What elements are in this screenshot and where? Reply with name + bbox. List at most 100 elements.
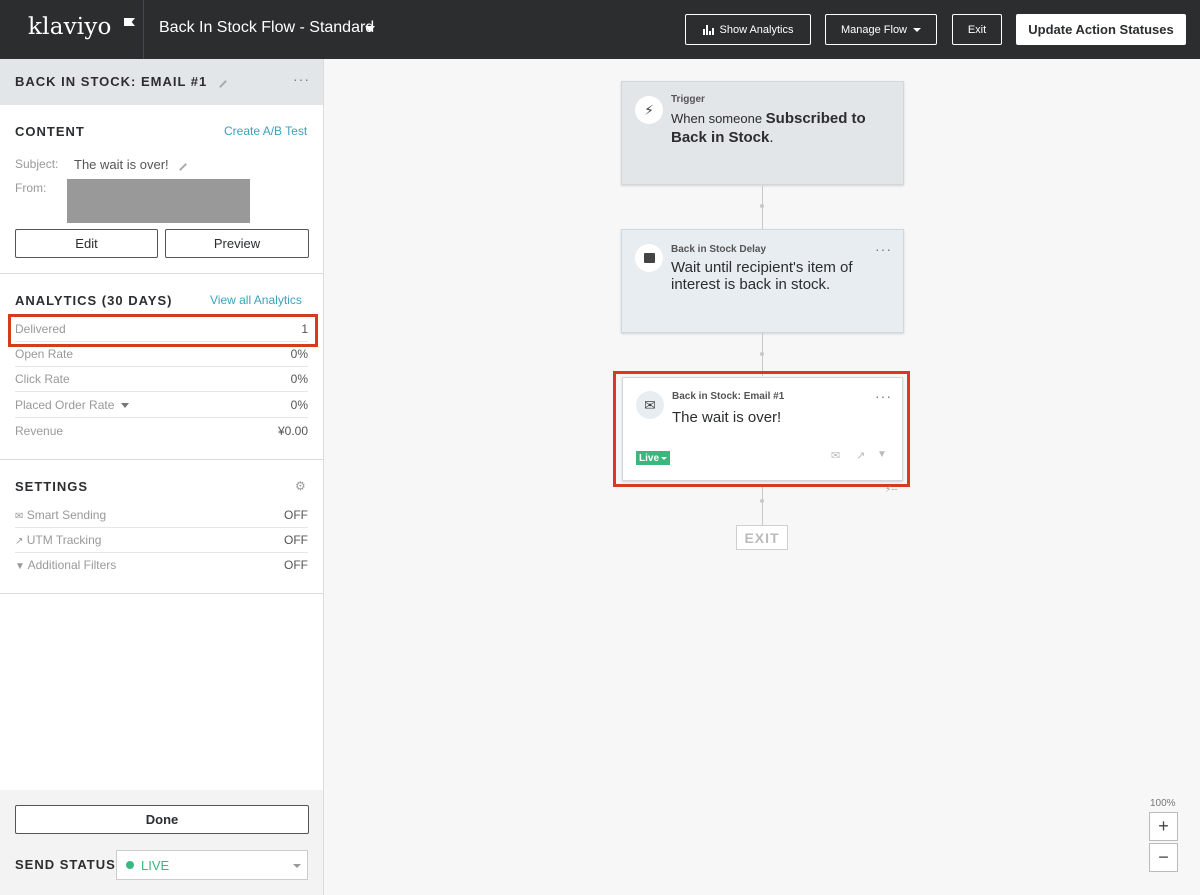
row-label: ▼ Additional Filters [15, 558, 116, 572]
flow-title-dropdown[interactable]: Back In Stock Flow - Standard [159, 19, 374, 37]
edit-button[interactable]: Edit [15, 229, 158, 258]
logo-text: klaviyo [28, 14, 112, 40]
smart-sending-icon: ✉ [15, 511, 24, 522]
add-step-point[interactable] [760, 352, 764, 356]
flow-canvas[interactable]: ⚡ Trigger When someone Subscribed to Bac… [325, 59, 1200, 895]
sidebar-title[interactable]: BACK IN STOCK: EMAIL #1 [15, 74, 227, 89]
top-bar: klaviyo Back In Stock Flow - Standard Sh… [0, 0, 1200, 59]
preview-label: Preview [213, 236, 261, 251]
subject-value[interactable]: The wait is over! [74, 157, 188, 172]
analytics-heading: ANALYTICS (30 DAYS) [15, 293, 173, 308]
row-label: Click Rate [15, 372, 70, 386]
done-label: Done [145, 812, 179, 827]
row-value: OFF [284, 533, 308, 547]
delay-text: Wait until recipient's item of interest … [671, 259, 853, 293]
row-label: Open Rate [15, 347, 74, 361]
gear-icon[interactable]: ⚙ [295, 479, 306, 493]
row-value: 0% [290, 372, 308, 386]
row-label: ↗ UTM Tracking [15, 533, 101, 547]
view-all-analytics-link[interactable]: View all Analytics [210, 293, 302, 307]
subject-text: The wait is over! [74, 157, 169, 172]
row-label: Revenue [15, 424, 64, 438]
update-statuses-label: Update Action Statuses [1028, 22, 1174, 37]
analytics-row-revenue: Revenue ¥0.00 [15, 419, 308, 444]
trigger-text: When someone Subscribed to Back in Stock… [671, 109, 891, 147]
preview-button[interactable]: Preview [165, 229, 309, 258]
conversion-marker: -- [891, 484, 898, 494]
row-value: OFF [284, 558, 308, 572]
exit-node: EXIT [736, 525, 788, 550]
settings-row-utm-tracking: ↗ UTM Tracking OFF [15, 528, 308, 553]
exit-label: Exit [967, 23, 987, 36]
show-analytics-button[interactable]: Show Analytics [685, 14, 811, 45]
smart-sending-label: Smart Sending [26, 508, 107, 522]
chevron-down-icon[interactable] [120, 403, 129, 409]
topbar-divider [143, 0, 144, 59]
zoom-level: 100% [1150, 798, 1176, 809]
more-options-icon[interactable]: ··· [875, 241, 892, 257]
settings-row-smart-sending: ✉ Smart Sending OFF [15, 503, 308, 528]
from-label: From: [15, 181, 47, 195]
live-status-dot [126, 861, 134, 869]
manage-flow-label: Manage Flow [840, 23, 908, 36]
connector-line [762, 487, 763, 525]
utm-tracking-label: UTM Tracking [26, 533, 102, 547]
manage-flow-button[interactable]: Manage Flow [825, 14, 937, 45]
edit-label: Edit [75, 236, 98, 251]
add-step-point[interactable] [760, 204, 764, 208]
conversion-indicator: ⚡-- [885, 484, 897, 495]
logo-flag-icon [124, 18, 135, 26]
trigger-kicker: Trigger [671, 94, 705, 105]
analytics-row-click-rate: Click Rate 0% [15, 367, 308, 392]
divider [0, 593, 323, 594]
chevron-down-icon [293, 864, 301, 868]
placed-order-label: Placed Order Rate [15, 398, 115, 412]
analytics-row-open-rate: Open Rate 0% [15, 342, 308, 367]
done-button[interactable]: Done [15, 805, 309, 834]
exit-button[interactable]: Exit [952, 14, 1002, 45]
analytics-row-placed-order-rate[interactable]: Placed Order Rate 0% [15, 393, 308, 418]
content-heading: CONTENT [15, 124, 85, 139]
send-status-label: SEND STATUS [15, 857, 116, 872]
pencil-icon[interactable] [214, 75, 227, 88]
filter-icon: ▼ [15, 561, 25, 572]
subject-label: Subject: [15, 157, 59, 171]
sidebar: BACK IN STOCK: EMAIL #1 ··· CONTENT Crea… [0, 59, 324, 895]
row-label: Placed Order Rate [15, 398, 129, 412]
send-status-value: LIVE [141, 858, 170, 873]
add-step-point[interactable] [760, 499, 764, 503]
klaviyo-logo[interactable]: klaviyo [28, 14, 135, 44]
utm-tracking-icon: ↗ [15, 536, 24, 547]
row-value: ¥0.00 [277, 424, 308, 438]
zoom-out-button[interactable]: − [1149, 843, 1178, 872]
delay-kicker: Back in Stock Delay [671, 244, 767, 255]
divider [0, 273, 323, 274]
email-title: BACK IN STOCK: EMAIL #1 [15, 74, 208, 89]
row-label: ✉ Smart Sending [15, 508, 106, 522]
lightning-icon: ⚡ [635, 96, 663, 124]
chevron-down-icon [913, 27, 922, 32]
divider [0, 459, 323, 460]
more-options-icon[interactable]: ··· [293, 71, 310, 87]
trigger-text-pre: When someone [671, 111, 766, 126]
shopping-bag-icon [635, 244, 663, 272]
row-value: 0% [290, 398, 308, 412]
send-status-select[interactable]: LIVE [116, 850, 308, 880]
sidebar-header: BACK IN STOCK: EMAIL #1 ··· [0, 59, 323, 105]
trigger-card[interactable]: ⚡ Trigger When someone Subscribed to Bac… [621, 81, 904, 185]
create-ab-test-link[interactable]: Create A/B Test [224, 124, 307, 138]
row-value: OFF [284, 508, 308, 522]
delay-card[interactable]: Back in Stock Delay ··· Wait until recip… [621, 229, 904, 333]
pencil-icon[interactable] [174, 158, 188, 171]
additional-filters-label: Additional Filters [27, 558, 117, 572]
trigger-text-post: . [769, 129, 774, 146]
chevron-down-icon[interactable] [365, 26, 375, 32]
settings-heading: SETTINGS [15, 479, 89, 494]
update-action-statuses-button[interactable]: Update Action Statuses [1016, 14, 1186, 45]
row-value: 0% [290, 347, 308, 361]
zoom-in-button[interactable]: + [1149, 812, 1178, 841]
from-redacted [67, 179, 250, 223]
show-analytics-label: Show Analytics [719, 23, 794, 36]
settings-row-additional-filters: ▼ Additional Filters OFF [15, 553, 308, 578]
bar-chart-icon [702, 24, 714, 35]
